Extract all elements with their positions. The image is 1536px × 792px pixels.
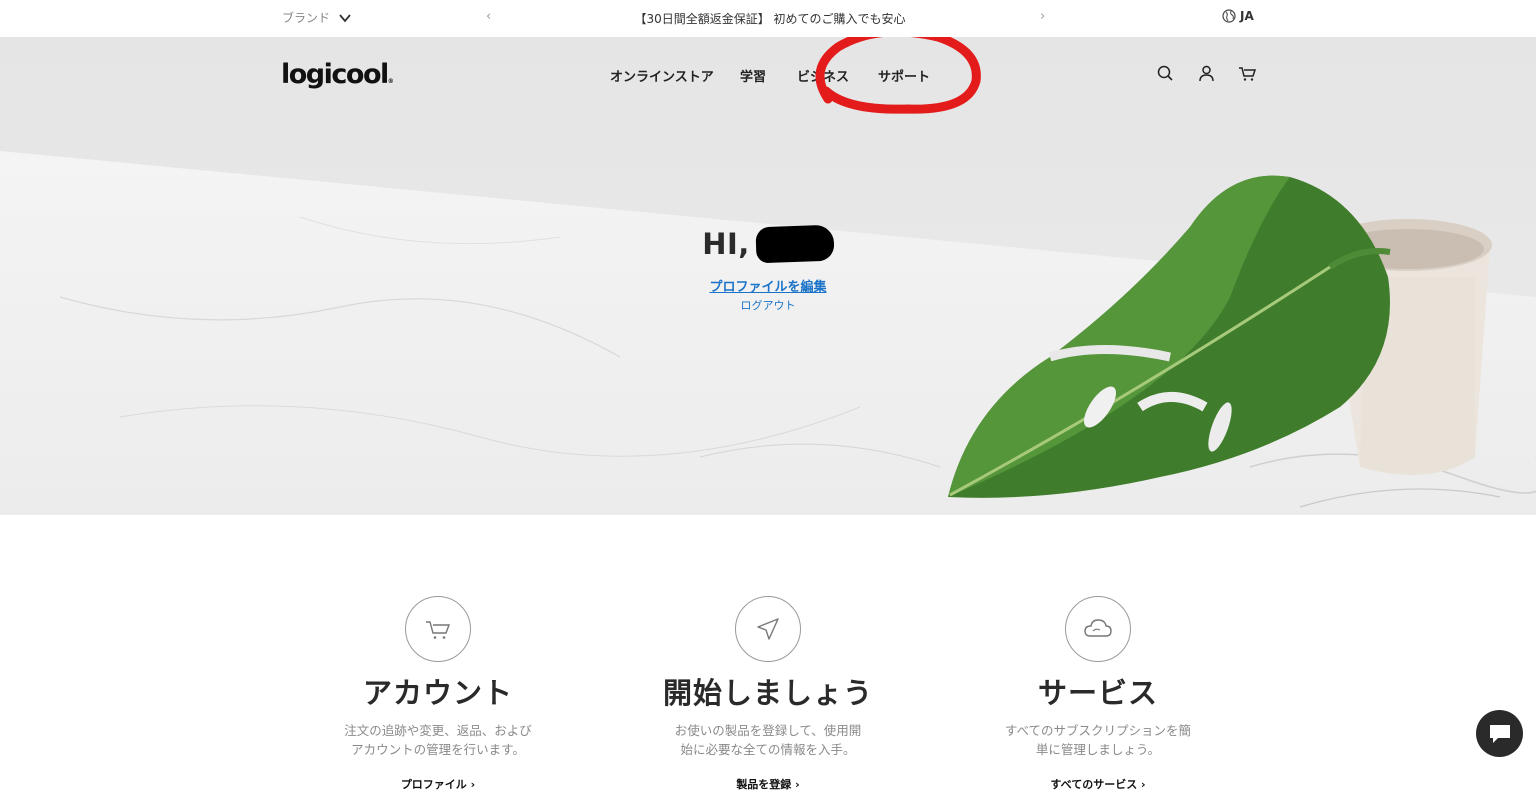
- globe-icon: [1222, 9, 1236, 23]
- chevron-down-icon: [339, 13, 351, 22]
- nav-business[interactable]: ビジネス: [797, 66, 849, 85]
- get-started-card-description: お使いの製品を登録して、使用開 始に必要な全ての情報を入手。: [674, 723, 862, 757]
- logicool-logo[interactable]: logicool®: [281, 59, 394, 90]
- brand-dropdown-label: ブランド: [282, 11, 331, 25]
- redacted-username: [755, 224, 835, 264]
- register-product-link[interactable]: 製品を登録 ›: [736, 776, 799, 792]
- profile-link[interactable]: プロファイル ›: [401, 776, 475, 792]
- chat-bubble-icon: [1489, 724, 1510, 743]
- plant-image: [948, 175, 1492, 498]
- brand-dropdown[interactable]: ブランド: [282, 9, 352, 26]
- hero-banner: logicool® オンラインストア 学習 ビジネス サポート HI, プロファ…: [0, 37, 1536, 515]
- all-services-link[interactable]: すべてのサービス ›: [1050, 776, 1145, 792]
- nav-learning[interactable]: 学習: [740, 66, 766, 85]
- language-selector[interactable]: JA: [1222, 9, 1254, 23]
- search-icon[interactable]: [1156, 64, 1175, 83]
- nav-icon-group: [1156, 64, 1257, 83]
- cart-icon: [405, 596, 471, 662]
- nav-support[interactable]: サポート: [878, 66, 930, 85]
- services-card-description: すべてのサブスクリプションを簡 単に管理しましょう。: [1004, 723, 1192, 757]
- services-card-title: サービス: [1037, 676, 1158, 710]
- cloud-icon: [1065, 596, 1131, 662]
- cart-icon[interactable]: [1238, 64, 1257, 83]
- edit-profile-link[interactable]: プロファイルを編集: [0, 276, 1536, 295]
- logout-link[interactable]: ログアウト: [0, 297, 1536, 313]
- account-card: アカウント 注文の追跡や変更、返品、および アカウントの管理を行います。 プロファ…: [308, 596, 568, 792]
- promo-text[interactable]: 【30日間全額返金保証】 初めてのご購入でも安心: [600, 10, 940, 27]
- navigation-arrow-icon: [735, 596, 801, 662]
- language-label: JA: [1240, 9, 1254, 23]
- account-icon[interactable]: [1197, 64, 1216, 83]
- account-card-title: アカウント: [362, 676, 513, 710]
- greeting-text: HI,: [702, 227, 750, 261]
- get-started-card: 開始しましょう お使いの製品を登録して、使用開 始に必要な全ての情報を入手。 製品…: [638, 596, 898, 792]
- promo-next-button[interactable]: ›: [1040, 9, 1045, 24]
- get-started-card-title: 開始しましょう: [662, 676, 873, 710]
- chat-button[interactable]: [1476, 710, 1523, 757]
- nav-online-store[interactable]: オンラインストア: [610, 66, 714, 85]
- greeting: HI,: [0, 224, 1536, 264]
- services-card: サービス すべてのサブスクリプションを簡 単に管理しましょう。 すべてのサービス …: [968, 596, 1228, 792]
- announcement-bar: ブランド ‹ 【30日間全額返金保証】 初めてのご購入でも安心 › JA: [0, 0, 1536, 37]
- promo-prev-button[interactable]: ‹: [486, 9, 491, 24]
- account-card-description: 注文の追跡や変更、返品、および アカウントの管理を行います。: [344, 723, 532, 757]
- main-nav: logicool® オンラインストア 学習 ビジネス サポート: [0, 37, 1536, 114]
